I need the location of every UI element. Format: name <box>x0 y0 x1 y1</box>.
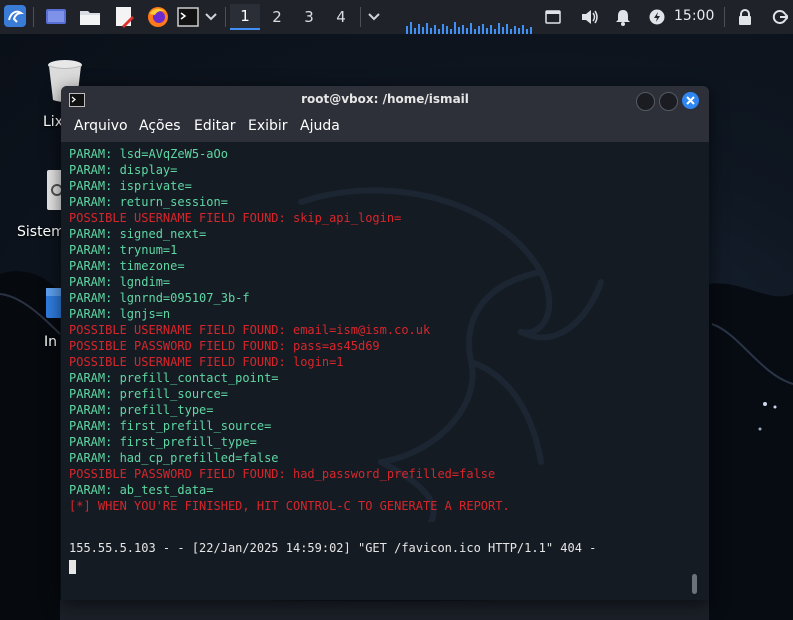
terminal-line-alert: POSSIBLE USERNAME FIELD FOUND: skip_api_… <box>69 211 402 225</box>
terminal-line-param: PARAM: prefill_source= <box>69 387 228 401</box>
terminal-line-alert: POSSIBLE USERNAME FIELD FOUND: email=ism… <box>69 323 431 337</box>
close-button[interactable] <box>682 92 699 109</box>
desktop-icon-label: Lix <box>43 114 63 130</box>
terminal-output[interactable]: PARAM: lsd=AVqZeW5-aOo PARAM: display= PAR… <box>61 142 709 600</box>
menu-exibir[interactable]: Exibir <box>248 118 288 134</box>
panel-separator <box>225 7 226 27</box>
terminal-line-alert: POSSIBLE USERNAME FIELD FOUND: login=1 <box>69 355 344 369</box>
terminal-line-param: PARAM: lsd=AVqZeW5-aOo <box>69 147 228 161</box>
firefox-icon[interactable] <box>146 5 170 29</box>
menu-bar: Arquivo Ações Editar Exibir Ajuda <box>61 114 709 142</box>
volume-icon[interactable] <box>580 8 600 26</box>
window-title: root@vbox: /home/ismail <box>301 92 469 106</box>
terminal-line-param: PARAM: lgnjs=n <box>69 307 171 321</box>
terminal-line-param: PARAM: timezone= <box>69 259 185 273</box>
terminal-line-param: PARAM: return_session= <box>69 195 228 209</box>
terminal-line-param: PARAM: ab_test_data= <box>69 483 214 497</box>
terminal-line-alert: POSSIBLE PASSWORD FIELD FOUND: pass=as45… <box>69 339 380 353</box>
minimize-button[interactable] <box>636 92 655 111</box>
http-log-line: 155.55.5.103 - - [22/Jan/2025 14:59:02] … <box>69 541 597 555</box>
panel-separator <box>33 7 34 27</box>
terminal-line-alert: POSSIBLE PASSWORD FIELD FOUND: had_passw… <box>69 467 496 481</box>
terminal-line-param: PARAM: lgndim= <box>69 275 171 289</box>
menu-acoes[interactable]: Ações <box>139 118 181 134</box>
desktop-icon-label: Sistem <box>17 224 65 240</box>
workspace-2-button[interactable]: 2 <box>262 4 292 30</box>
top-panel: 1 2 3 4 15:00 <box>0 0 793 34</box>
terminal-line-param: PARAM: signed_next= <box>69 227 207 241</box>
close-icon <box>686 96 695 105</box>
desktop-icon-system[interactable]: Sistem <box>15 168 65 248</box>
text-editor-icon[interactable] <box>112 5 136 29</box>
power-manager-icon[interactable] <box>648 8 666 26</box>
kali-menu-icon[interactable] <box>2 3 28 29</box>
scrollbar[interactable] <box>692 574 697 594</box>
menu-arquivo[interactable]: Arquivo <box>74 118 128 134</box>
terminal-icon[interactable] <box>176 5 200 29</box>
terminal-line-param: PARAM: prefill_contact_point= <box>69 371 279 385</box>
file-manager-icon[interactable] <box>78 6 102 28</box>
terminal-line-param: PARAM: trynum=1 <box>69 243 178 257</box>
screen-capture-icon[interactable] <box>544 8 562 26</box>
cpu-graph <box>406 10 534 34</box>
logout-icon[interactable] <box>770 7 790 27</box>
window-titlebar[interactable]: root@vbox: /home/ismail <box>61 86 709 114</box>
panel-separator <box>724 7 725 27</box>
terminal-line-param: PARAM: first_prefill_type= <box>69 435 257 449</box>
bell-icon[interactable] <box>614 8 632 26</box>
maximize-button[interactable] <box>659 92 678 111</box>
panel-separator <box>360 7 361 27</box>
chevron-down-icon[interactable] <box>366 9 382 25</box>
terminal-window[interactable]: root@vbox: /home/ismail Arquivo Ações Ed… <box>61 86 709 600</box>
terminal-line-param: PARAM: had_cp_prefilled=false <box>69 451 279 465</box>
terminal-line-param: PARAM: display= <box>69 163 178 177</box>
show-desktop-icon[interactable] <box>44 6 68 28</box>
desktop-icon-label: In <box>44 334 58 350</box>
terminal-line-param: PARAM: isprivate= <box>69 179 192 193</box>
terminal-line-param: PARAM: prefill_type= <box>69 403 214 417</box>
menu-editar[interactable]: Editar <box>194 118 235 134</box>
terminal-line-alert: [*] WHEN YOU'RE FINISHED, HIT CONTROL-C … <box>69 499 510 513</box>
clock[interactable]: 15:00 <box>674 8 714 24</box>
chevron-down-icon[interactable] <box>203 9 219 25</box>
terminal-line-param: PARAM: first_prefill_source= <box>69 419 272 433</box>
menu-ajuda[interactable]: Ajuda <box>300 118 340 134</box>
workspace-3-button[interactable]: 3 <box>294 4 324 30</box>
terminal-cursor <box>69 560 76 574</box>
lock-icon[interactable] <box>736 7 754 27</box>
terminal-line-param: PARAM: lgnrnd=095107_3b-f <box>69 291 250 305</box>
workspace-4-button[interactable]: 4 <box>326 4 356 30</box>
workspace-1-button[interactable]: 1 <box>230 4 260 30</box>
